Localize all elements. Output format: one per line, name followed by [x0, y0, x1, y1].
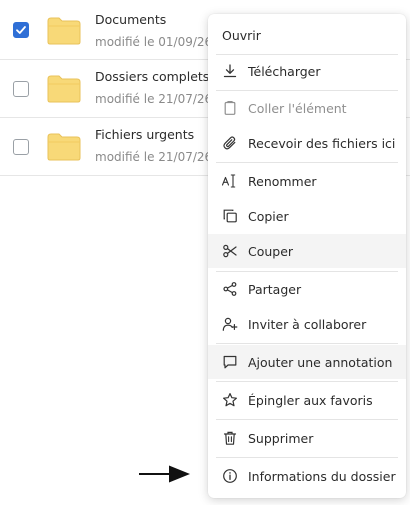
file-name[interactable]: Documents	[95, 12, 166, 27]
menu-divider	[216, 457, 398, 458]
file-modified-date: modifié le 21/07/26	[95, 92, 213, 106]
folder-icon	[47, 133, 81, 161]
check-icon	[16, 26, 26, 34]
menu-item-label: Informations du dossier	[248, 468, 396, 484]
arrow-right-icon	[139, 465, 190, 483]
file-checkbox[interactable]	[13, 139, 29, 155]
file-modified-date: modifié le 01/09/26	[95, 35, 213, 49]
menu-item-receive-files[interactable]: Recevoir des fichiers ici	[208, 126, 406, 160]
file-name[interactable]: Dossiers complets	[95, 69, 209, 84]
menu-item-label: Supprimer	[248, 430, 314, 446]
menu-divider	[216, 381, 398, 382]
menu-item-label: Épingler aux favoris	[248, 392, 373, 408]
menu-item-label: Partager	[248, 281, 302, 297]
menu-item-folder-info[interactable]: Informations du dossier	[208, 459, 406, 493]
trash-icon	[221, 429, 239, 447]
paperclip-icon	[221, 134, 239, 152]
copy-icon	[221, 207, 239, 225]
share-icon	[221, 280, 239, 298]
menu-item-open[interactable]: Ouvrir	[208, 18, 406, 52]
menu-item-rename[interactable]: Renommer	[208, 164, 406, 198]
menu-item-delete[interactable]: Supprimer	[208, 421, 406, 455]
file-checkbox[interactable]	[13, 22, 29, 38]
menu-item-cut[interactable]: Couper	[208, 234, 406, 268]
download-icon	[221, 62, 239, 80]
menu-item-label: Ouvrir	[222, 27, 261, 43]
menu-item-copy[interactable]: Copier	[208, 199, 406, 233]
menu-item-annotate[interactable]: Ajouter une annotation	[208, 345, 406, 379]
menu-item-label: Télécharger	[248, 63, 321, 79]
menu-item-label: Renommer	[248, 173, 317, 189]
file-checkbox[interactable]	[13, 81, 29, 97]
menu-item-paste[interactable]: Coller l'élément	[208, 91, 406, 125]
menu-item-label: Couper	[248, 243, 294, 259]
menu-item-invite[interactable]: Inviter à collaborer	[208, 307, 406, 341]
rename-icon	[221, 172, 239, 190]
info-icon	[221, 467, 239, 485]
folder-icon	[47, 17, 81, 45]
star-icon	[221, 391, 239, 409]
menu-divider	[216, 419, 398, 420]
menu-item-pin-favorites[interactable]: Épingler aux favoris	[208, 383, 406, 417]
menu-item-share[interactable]: Partager	[208, 272, 406, 306]
menu-item-label: Recevoir des fichiers ici	[248, 135, 396, 151]
context-menu: Ouvrir Télécharger Coller l'élément Rece…	[208, 14, 406, 498]
scissors-icon	[221, 242, 239, 260]
menu-divider	[216, 343, 398, 344]
menu-item-label: Coller l'élément	[248, 100, 347, 116]
menu-item-label: Copier	[248, 208, 289, 224]
menu-item-download[interactable]: Télécharger	[208, 54, 406, 88]
file-modified-date: modifié le 21/07/26	[95, 150, 213, 164]
menu-item-label: Inviter à collaborer	[248, 316, 367, 332]
menu-divider	[216, 162, 398, 163]
menu-item-label: Ajouter une annotation	[248, 354, 393, 370]
file-name[interactable]: Fichiers urgents	[95, 127, 194, 142]
comment-icon	[221, 353, 239, 371]
add-user-icon	[221, 315, 239, 333]
folder-icon	[47, 75, 81, 103]
clipboard-icon	[221, 99, 239, 117]
